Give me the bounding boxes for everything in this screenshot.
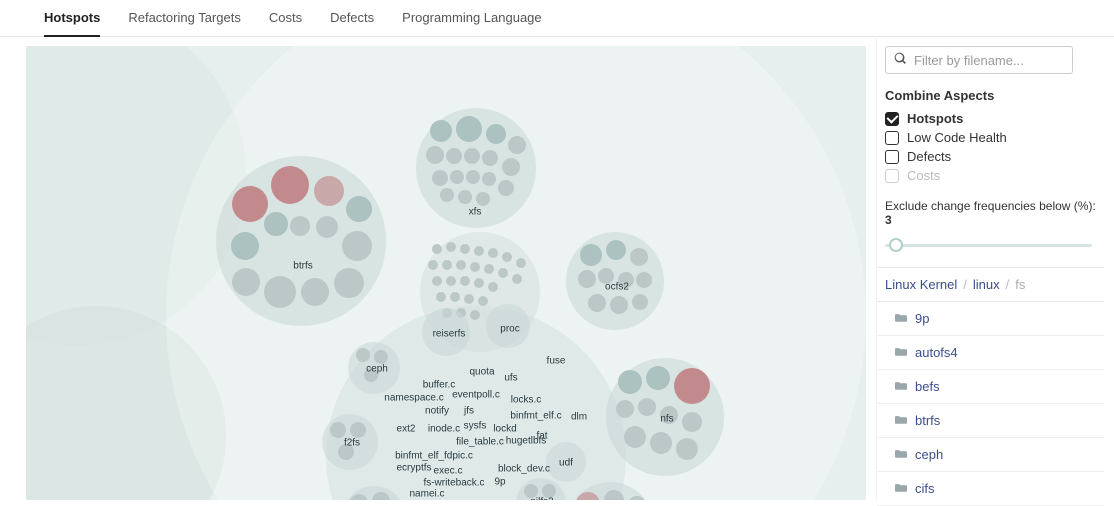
combine-aspects: Hotspots Low Code Health Defects Costs	[885, 111, 1104, 183]
breadcrumb-link[interactable]: linux	[973, 277, 1000, 292]
breadcrumb-separator: /	[963, 277, 967, 292]
exclude-frequency-value: 3	[885, 213, 892, 227]
folder-icon	[895, 345, 907, 360]
folder-icon	[895, 379, 907, 394]
folder-item[interactable]: btrfs	[877, 404, 1104, 438]
tab-defects[interactable]: Defects	[330, 10, 374, 36]
checkbox-icon	[885, 150, 899, 164]
aspect-hotspots[interactable]: Hotspots	[885, 111, 1104, 126]
folder-name: ceph	[915, 447, 943, 462]
folder-name: btrfs	[915, 413, 940, 428]
folder-icon	[895, 311, 907, 326]
checkbox-icon	[885, 112, 899, 126]
filter-input[interactable]	[914, 53, 1090, 68]
slider-thumb[interactable]	[889, 238, 903, 252]
folder-item[interactable]: 9p	[877, 302, 1104, 336]
tab-hotspots[interactable]: Hotspots	[44, 10, 100, 37]
hotspot-canvas[interactable]: xfsbtrfsocfs2reiserfsprocfusecephquotauf…	[26, 46, 866, 500]
filter-search[interactable]	[885, 46, 1073, 74]
folder-name: 9p	[915, 311, 929, 326]
folder-item[interactable]: befs	[877, 370, 1104, 404]
breadcrumb-separator: /	[1006, 277, 1010, 292]
breadcrumb: Linux Kernel / linux / fs	[877, 267, 1104, 302]
breadcrumb-link[interactable]: Linux Kernel	[885, 277, 957, 292]
search-icon	[894, 52, 914, 68]
folder-icon	[895, 413, 907, 428]
analysis-tabs: Hotspots Refactoring Targets Costs Defec…	[0, 0, 1114, 37]
aspect-label: Costs	[907, 168, 940, 183]
checkbox-icon	[885, 169, 899, 183]
folder-list: 9p autofs4 befs btrfs ceph cifs	[877, 302, 1104, 506]
folder-item[interactable]: autofs4	[877, 336, 1104, 370]
folder-icon	[895, 447, 907, 462]
aspect-label: Low Code Health	[907, 130, 1007, 145]
folder-icon	[895, 481, 907, 496]
tab-costs[interactable]: Costs	[269, 10, 302, 36]
aspect-label: Defects	[907, 149, 951, 164]
folder-name: autofs4	[915, 345, 958, 360]
exclude-frequency-slider[interactable]	[885, 237, 1092, 253]
aspect-low-code-health[interactable]: Low Code Health	[885, 130, 1104, 145]
folder-item[interactable]: ceph	[877, 438, 1104, 472]
combine-aspects-title: Combine Aspects	[885, 88, 1104, 103]
sidebar: Combine Aspects Hotspots Low Code Health…	[876, 36, 1114, 500]
breadcrumb-current: fs	[1015, 277, 1025, 292]
checkbox-icon	[885, 131, 899, 145]
aspect-defects[interactable]: Defects	[885, 149, 1104, 164]
folder-name: befs	[915, 379, 940, 394]
folder-name: cifs	[915, 481, 935, 496]
aspect-label: Hotspots	[907, 111, 963, 126]
tab-refactoring-targets[interactable]: Refactoring Targets	[128, 10, 241, 36]
tab-programming-language[interactable]: Programming Language	[402, 10, 541, 36]
folder-item[interactable]: cifs	[877, 472, 1104, 506]
aspect-costs: Costs	[885, 168, 1104, 183]
exclude-frequency-label: Exclude change frequencies below (%): 3	[885, 199, 1104, 227]
